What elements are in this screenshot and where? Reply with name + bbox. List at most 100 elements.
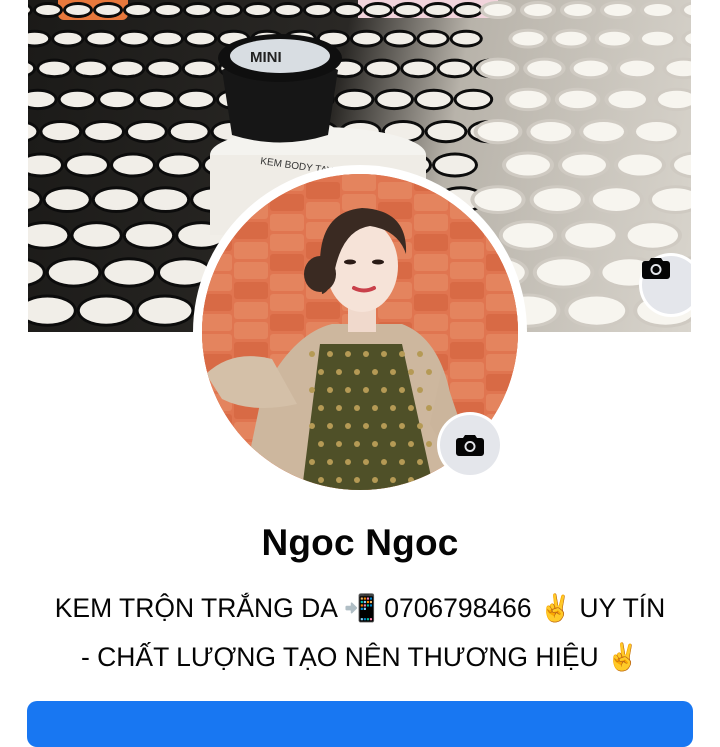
- pattern-dot: [426, 405, 432, 411]
- orange-tub: [202, 314, 232, 331]
- orange-tub: [234, 262, 268, 279]
- orange-tub: [202, 274, 232, 291]
- orange-tub: [234, 322, 268, 339]
- jar-cream: [216, 5, 240, 15]
- pattern-dot: [318, 369, 324, 375]
- jar-brand: MINI: [250, 49, 282, 66]
- orange-tub: [450, 382, 484, 399]
- jar-cream: [144, 189, 188, 211]
- jar-cream: [120, 32, 148, 45]
- orange-tub: [450, 362, 484, 379]
- jar-cream: [427, 123, 465, 141]
- orange-tub: [450, 322, 484, 339]
- orange-tub: [486, 274, 518, 291]
- jar-cream: [642, 31, 674, 46]
- eye-left: [344, 259, 356, 265]
- pattern-dot: [363, 387, 369, 393]
- orange-tub: [378, 302, 412, 319]
- orange-tub: [202, 234, 232, 251]
- cover-camera-button[interactable]: [642, 256, 691, 314]
- jar-cream: [598, 31, 631, 46]
- orange-tub: [486, 294, 518, 311]
- orange-tub: [270, 314, 304, 331]
- orange-tub: [450, 342, 484, 359]
- jar-cream: [353, 32, 381, 45]
- orange-tub: [202, 294, 232, 311]
- jar-cream: [94, 189, 138, 211]
- orange-tub: [306, 302, 340, 319]
- jar-cream: [85, 123, 122, 141]
- orange-tub: [414, 274, 448, 291]
- jar-cream: [39, 61, 70, 76]
- jar-cream: [509, 90, 547, 109]
- pattern-dot: [381, 387, 387, 393]
- jar-cream: [608, 90, 646, 109]
- avatar-camera-button[interactable]: [440, 415, 500, 475]
- pattern-dot: [327, 387, 333, 393]
- jar-cream: [536, 259, 591, 286]
- victory-emoji-icon: ✌️: [606, 642, 640, 673]
- orange-tub: [202, 194, 232, 211]
- orange-tub: [414, 314, 448, 331]
- orange-tub: [450, 282, 484, 299]
- pattern-dot: [372, 441, 378, 447]
- pattern-dot: [408, 405, 414, 411]
- jar-cream: [36, 5, 60, 15]
- orange-tub: [486, 334, 518, 351]
- jar-cream: [403, 61, 434, 76]
- orange-tub: [306, 182, 340, 199]
- victory-emoji-icon: ✌️: [538, 593, 572, 624]
- jar-cream: [573, 60, 608, 77]
- jar-cream: [100, 91, 134, 108]
- jar-cream: [562, 154, 606, 176]
- jar-cream: [112, 61, 143, 76]
- jar-cream: [592, 188, 641, 212]
- bio-phone: 0706798466: [384, 593, 532, 623]
- pattern-dot: [345, 459, 351, 465]
- orange-tub: [450, 262, 484, 279]
- jar-cream: [452, 32, 480, 45]
- jar-cream: [583, 122, 624, 142]
- profile-bio: KEM TRỘN TRẮNG DA 📲 0706798466 ✌️ UY TÍN…: [20, 584, 700, 682]
- jar-cream: [153, 32, 181, 45]
- orange-tub: [270, 234, 304, 251]
- orange-tub: [270, 254, 304, 271]
- pattern-dot: [408, 477, 414, 483]
- pattern-dot: [381, 459, 387, 465]
- jar-cream: [396, 5, 420, 15]
- jar-cream: [125, 224, 173, 247]
- primary-action-button[interactable]: [27, 701, 693, 747]
- orange-tub: [270, 194, 304, 211]
- jar-cream: [386, 32, 414, 45]
- jar-cream: [139, 91, 174, 108]
- jar-cream: [480, 60, 516, 77]
- jar-cream: [148, 61, 179, 76]
- orange-tub: [202, 254, 232, 271]
- pattern-dot: [399, 387, 405, 393]
- pattern-dot: [390, 477, 396, 483]
- jar-cream: [126, 5, 150, 15]
- pattern-dot: [345, 423, 351, 429]
- jar-cream: [604, 4, 632, 16]
- orange-tub: [486, 254, 518, 271]
- jar-cream: [276, 5, 300, 15]
- pattern-dot: [390, 441, 396, 447]
- jar-cream: [564, 4, 592, 16]
- bio-text: UY TÍN: [579, 593, 666, 623]
- pattern-dot: [408, 441, 414, 447]
- jar-cream: [337, 91, 372, 108]
- pattern-dot: [426, 369, 432, 375]
- jar-cream: [42, 123, 80, 141]
- orange-tub: [234, 182, 268, 199]
- pattern-dot: [327, 459, 333, 465]
- pattern-dot: [363, 351, 369, 357]
- orange-tub: [306, 202, 340, 219]
- jar-cream: [306, 5, 330, 15]
- jar-cream: [138, 297, 192, 324]
- jar-cream: [530, 122, 572, 142]
- pattern-dot: [426, 477, 432, 483]
- pattern-dot: [417, 387, 423, 393]
- pattern-dot: [417, 423, 423, 429]
- jar-cream: [187, 32, 215, 45]
- orange-tub: [414, 254, 448, 271]
